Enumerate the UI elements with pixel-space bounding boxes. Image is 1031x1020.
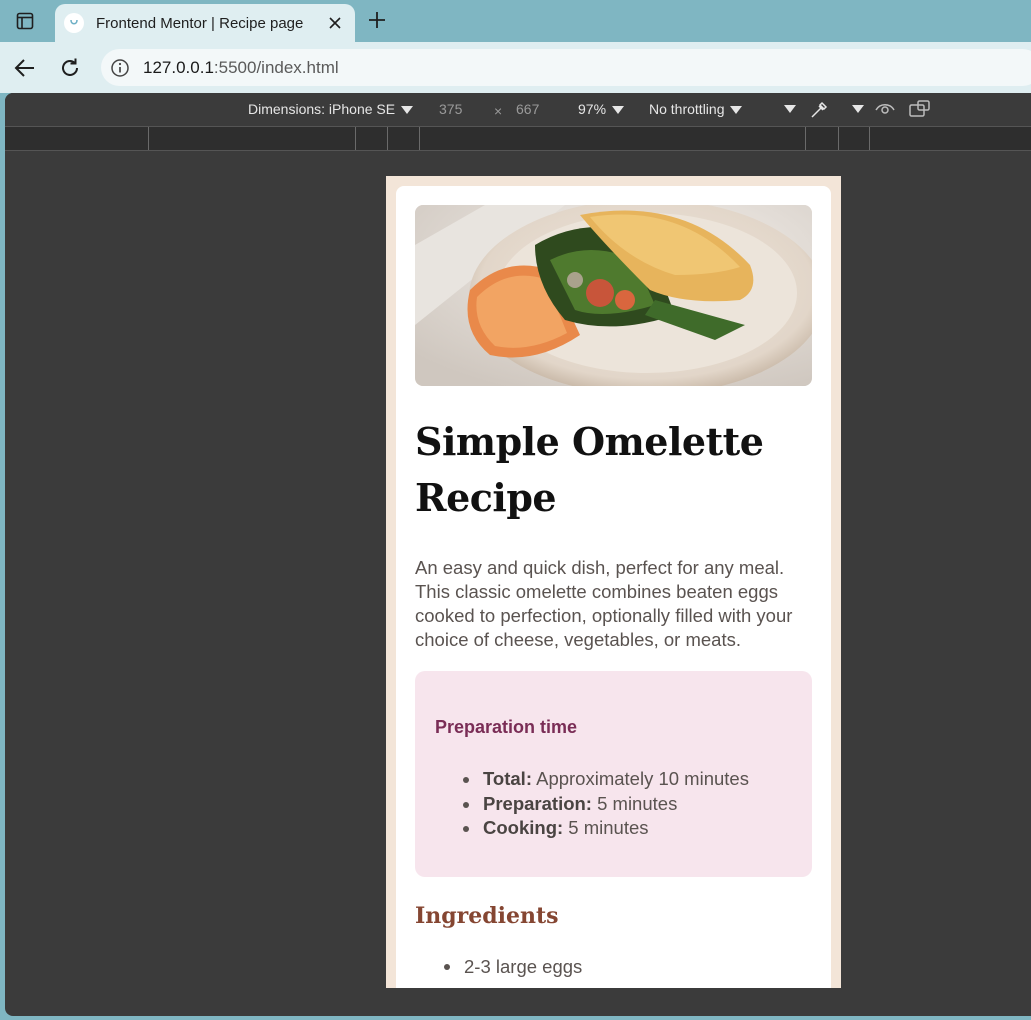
url-text: 127.0.0.1:5500/index.html xyxy=(143,57,339,77)
list-item: Preparation: 5 minutes xyxy=(463,792,749,817)
tab-strip: Frontend Mentor | Recipe page xyxy=(0,0,1031,42)
prep-item-value: 5 minutes xyxy=(591,792,678,814)
omelette-image xyxy=(415,205,812,386)
prep-item-value: 5 minutes xyxy=(563,817,649,838)
tab-actions-icon[interactable] xyxy=(10,6,40,36)
new-tab-icon[interactable] xyxy=(364,6,390,34)
dimensions-select[interactable]: Dimensions: iPhone SE xyxy=(248,101,414,117)
list-item: Total: Approximately 10 minutes xyxy=(463,767,749,792)
recipe-intro: An easy and quick dish, perfect for any … xyxy=(415,557,793,650)
prep-item-label: Total: xyxy=(483,768,532,789)
eyedropper-icon[interactable] xyxy=(808,99,830,124)
device-toolbar: Dimensions: iPhone SE 375 × 667 97% No t… xyxy=(5,93,1031,126)
ruler-tick xyxy=(838,127,839,150)
preparation-time-list: Total: Approximately 10 minutes Preparat… xyxy=(463,767,749,841)
eye-icon[interactable] xyxy=(874,100,896,121)
rotate-device-icon[interactable] xyxy=(908,99,932,122)
times-label: × xyxy=(494,103,503,119)
reload-icon[interactable] xyxy=(56,54,84,82)
more-options-chevron-icon[interactable] xyxy=(784,105,796,113)
browser-toolbar: 127.0.0.1:5500/index.html xyxy=(0,42,1031,93)
ruler-tick xyxy=(355,127,356,150)
recipe-title: Simple Omelette Recipe xyxy=(415,419,764,520)
ruler-tick xyxy=(869,127,870,150)
preparation-time-heading: Preparation time xyxy=(435,717,578,737)
height-input[interactable]: 667 xyxy=(516,101,539,117)
chevron-down-icon xyxy=(612,106,625,115)
ingredients-list: 2-3 large eggs xyxy=(444,956,582,978)
back-arrow-icon[interactable] xyxy=(11,54,39,82)
tab-title: Frontend Mentor | Recipe page xyxy=(96,14,304,32)
ruler-tick xyxy=(387,127,388,150)
ruler-tick xyxy=(148,127,149,150)
favicon-icon xyxy=(64,13,84,33)
ruler-tick xyxy=(419,127,420,150)
device-screen: Simple Omelette Recipe An easy and quick… xyxy=(386,176,841,988)
width-input[interactable]: 375 xyxy=(439,101,462,117)
zoom-select[interactable]: 97% xyxy=(578,101,625,117)
site-info-icon[interactable] xyxy=(109,57,131,79)
prep-item-label: Preparation: xyxy=(483,792,592,814)
chevron-down-icon xyxy=(401,106,414,115)
browser-tab[interactable]: Frontend Mentor | Recipe page xyxy=(55,4,355,42)
ingredients-heading: Ingredients xyxy=(415,903,559,929)
prep-item-value: Approximately 10 minutes xyxy=(531,768,749,789)
chevron-down-icon[interactable] xyxy=(852,105,864,113)
address-bar[interactable]: 127.0.0.1:5500/index.html xyxy=(101,49,1031,86)
throttling-select[interactable]: No throttling xyxy=(649,101,743,117)
chevron-down-icon xyxy=(730,106,743,115)
recipe-card: Simple Omelette Recipe An easy and quick… xyxy=(396,186,831,988)
preparation-time-box: Preparation time Total: Approximately 10… xyxy=(415,671,812,877)
close-tab-icon[interactable] xyxy=(325,13,345,33)
devtools-viewport: Dimensions: iPhone SE 375 × 667 97% No t… xyxy=(5,93,1031,1016)
media-query-ruler xyxy=(5,126,1031,151)
prep-item-label: Cooking: xyxy=(483,817,564,838)
list-item: 2-3 large eggs xyxy=(444,956,582,978)
list-item: Cooking: 5 minutes xyxy=(463,816,749,841)
ruler-tick xyxy=(805,127,806,150)
